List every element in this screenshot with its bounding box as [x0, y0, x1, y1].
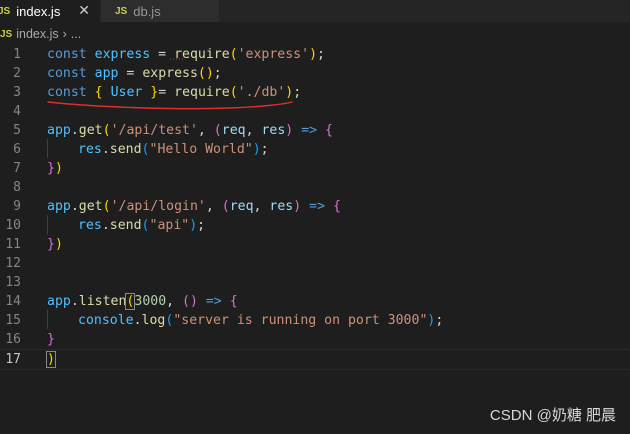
annotation-underline	[47, 101, 293, 110]
annotation-overlay	[47, 58, 293, 110]
watermark: CSDN @奶糖 肥晨	[489, 407, 616, 424]
